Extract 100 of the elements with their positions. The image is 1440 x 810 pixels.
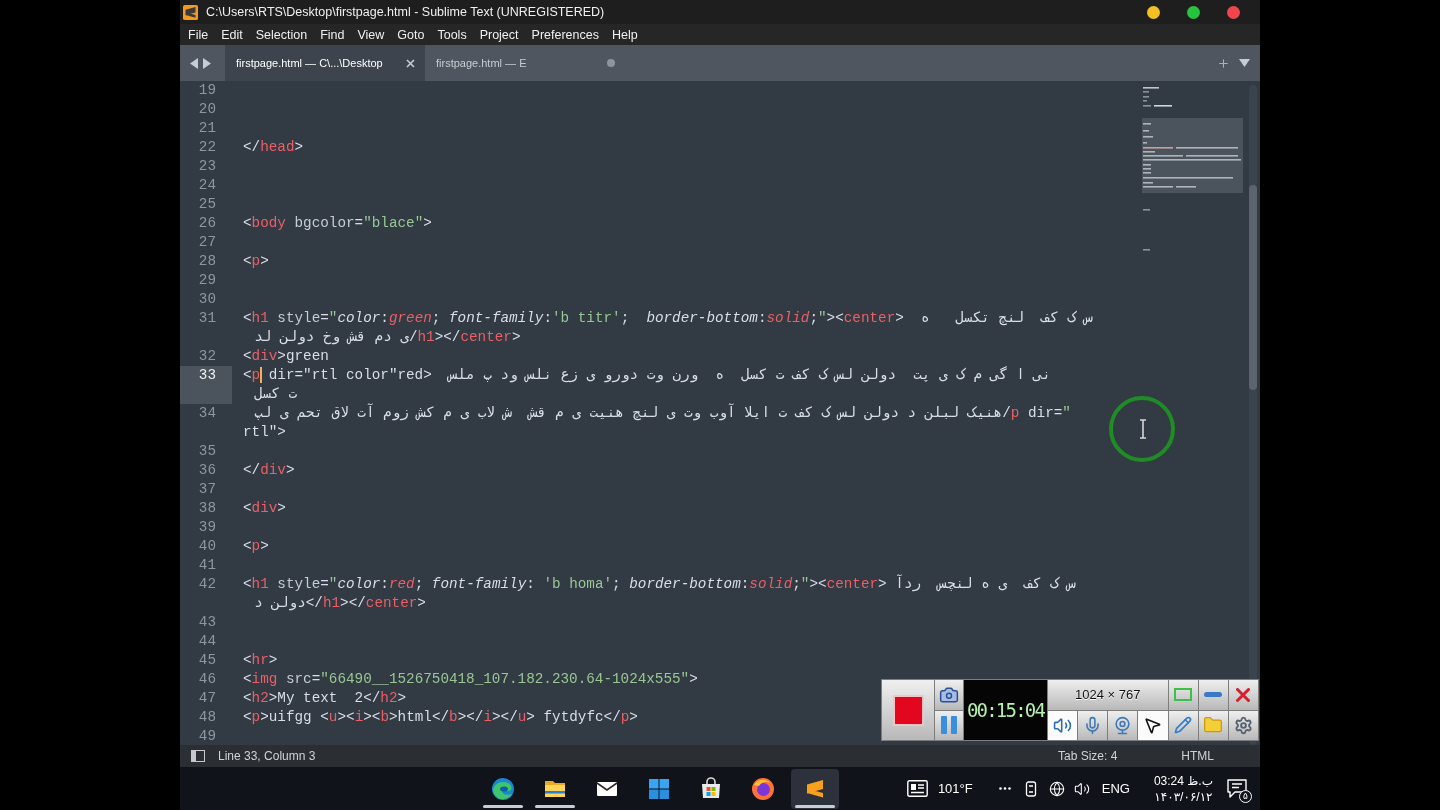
menu-item[interactable]: Project [476, 26, 522, 43]
menu-item[interactable]: View [354, 26, 388, 43]
line-number: 40 [197, 537, 217, 556]
region-button[interactable] [1168, 680, 1198, 710]
line-number: 23 [197, 157, 217, 176]
browser-fox-icon [751, 776, 775, 801]
code-line: <div> [243, 499, 286, 518]
menu-item[interactable]: File [185, 26, 212, 43]
syntax-name[interactable]: HTML [1181, 749, 1214, 763]
line-number: 20 [197, 100, 217, 119]
code-line: <body bgcolor="blace"> [243, 214, 432, 233]
menu-item[interactable]: Preferences [528, 26, 602, 43]
line-number: 43 [197, 613, 217, 632]
speaker-icon[interactable] [1073, 780, 1090, 797]
editor-tab[interactable]: firstpage.html — E [425, 45, 625, 81]
close-button[interactable] [1228, 680, 1258, 710]
menu-item[interactable]: Selection [252, 26, 311, 43]
input-language[interactable]: ENG [1101, 781, 1130, 796]
back-arrow-icon[interactable] [190, 57, 198, 69]
settings-icon [1233, 715, 1253, 735]
menu-item[interactable]: Find [317, 26, 348, 43]
weather-temperature[interactable]: 101°F [937, 781, 973, 796]
code-line: <p> [243, 537, 269, 556]
line-number: 49 [197, 727, 217, 745]
line-number: 25 [197, 195, 217, 214]
line-number: 36 [197, 461, 217, 480]
maximize-button[interactable] [1187, 5, 1200, 19]
webcam-icon [1113, 715, 1133, 735]
taskbar-app[interactable] [791, 768, 839, 809]
line-number: 38 [197, 499, 217, 518]
line-number: 41 [197, 556, 217, 575]
code-line: <h2>My text 2</h2> [243, 689, 407, 708]
cursor-highlight-icon [1108, 395, 1176, 463]
start-icon [647, 776, 671, 801]
cursor-position: Line 33, Column 3 [218, 749, 316, 763]
dropdown-caret-icon[interactable] [1239, 59, 1250, 67]
line-number: 24 [197, 176, 217, 195]
minimap-viewport[interactable] [1142, 118, 1243, 193]
settings-button[interactable] [1228, 710, 1258, 740]
more-icon[interactable] [998, 787, 1011, 790]
close-icon [1236, 687, 1251, 702]
pencil-button[interactable] [1168, 710, 1198, 740]
line-number: 39 [197, 518, 217, 537]
plus-icon[interactable] [1217, 56, 1230, 70]
line-number: 21 [197, 119, 217, 138]
close-button[interactable] [1227, 5, 1240, 19]
pointer-icon [1143, 715, 1163, 735]
notification-icon[interactable] [1227, 779, 1247, 798]
code-line: <hr> [243, 651, 278, 670]
speaker-icon [1053, 715, 1073, 735]
stop-button[interactable] [882, 680, 934, 740]
clock-date[interactable]: ۱۴۰۳/۰۶/۱۲ [1154, 788, 1213, 805]
minimize-button[interactable] [1147, 5, 1160, 19]
line-number: 30 [197, 290, 217, 309]
code-line: rtl"> [243, 423, 286, 442]
news-widget-icon[interactable] [906, 780, 928, 797]
line-number: 44 [197, 632, 217, 651]
microphone-toggle[interactable] [1078, 710, 1108, 740]
code-line: <p> [243, 252, 269, 271]
menu-item[interactable]: Goto [394, 26, 428, 43]
code-line: <p>uifgg <u><i><b>html</b></i></u> fytdyfc</p> [243, 708, 638, 727]
pause-button[interactable] [935, 710, 963, 740]
line-number: 19 [197, 81, 217, 100]
line-number: 34 [197, 404, 217, 423]
unsaved-dot-icon [607, 59, 615, 67]
line-number: 48 [197, 708, 217, 727]
stop-icon [894, 696, 922, 724]
notification-badge: ۵ [1239, 790, 1252, 803]
tab-size[interactable]: Tab Size: 4 [1057, 749, 1118, 763]
editor-tab[interactable]: firstpage.html — C\...\Desktop [225, 45, 425, 81]
editor-logo-icon [183, 4, 198, 20]
forward-arrow-icon[interactable] [203, 57, 211, 69]
folder-button[interactable] [1198, 710, 1228, 740]
panel-icon[interactable] [191, 750, 205, 762]
code-line: </head> [243, 138, 304, 157]
scrollbar-track[interactable] [1249, 85, 1257, 745]
menu-item[interactable]: Tools [434, 26, 470, 43]
line-number: 26 [197, 214, 217, 233]
line-number: 32 [197, 347, 217, 366]
clock-time[interactable]: ب.ظ 03:24 [1153, 772, 1213, 789]
device-icon[interactable] [1024, 780, 1037, 797]
code-line: <img src="66490__1526750418_107.182.230.64-1024x555"> [243, 670, 698, 689]
globe-icon[interactable] [1048, 780, 1065, 797]
menu-item[interactable]: Edit [218, 26, 246, 43]
line-number: 35 [197, 442, 217, 461]
line-number: 46 [197, 670, 217, 689]
snapshot-button[interactable] [935, 680, 963, 710]
code-line: ت کسل [254, 385, 298, 404]
menu-item[interactable]: Help [608, 26, 641, 43]
webcam-toggle[interactable] [1108, 710, 1138, 740]
line-number: 37 [197, 480, 217, 499]
line-number: 42 [197, 575, 217, 594]
resolution-button[interactable]: 1024 × 767 [1048, 680, 1168, 710]
pencil-icon [1174, 716, 1193, 735]
speaker-toggle[interactable] [1048, 710, 1078, 740]
cursor-toggle[interactable] [1138, 710, 1168, 740]
line-number: 45 [197, 651, 217, 670]
pause-icon [941, 716, 957, 735]
close-icon[interactable] [406, 58, 415, 68]
scrollbar-thumb[interactable] [1249, 185, 1257, 390]
